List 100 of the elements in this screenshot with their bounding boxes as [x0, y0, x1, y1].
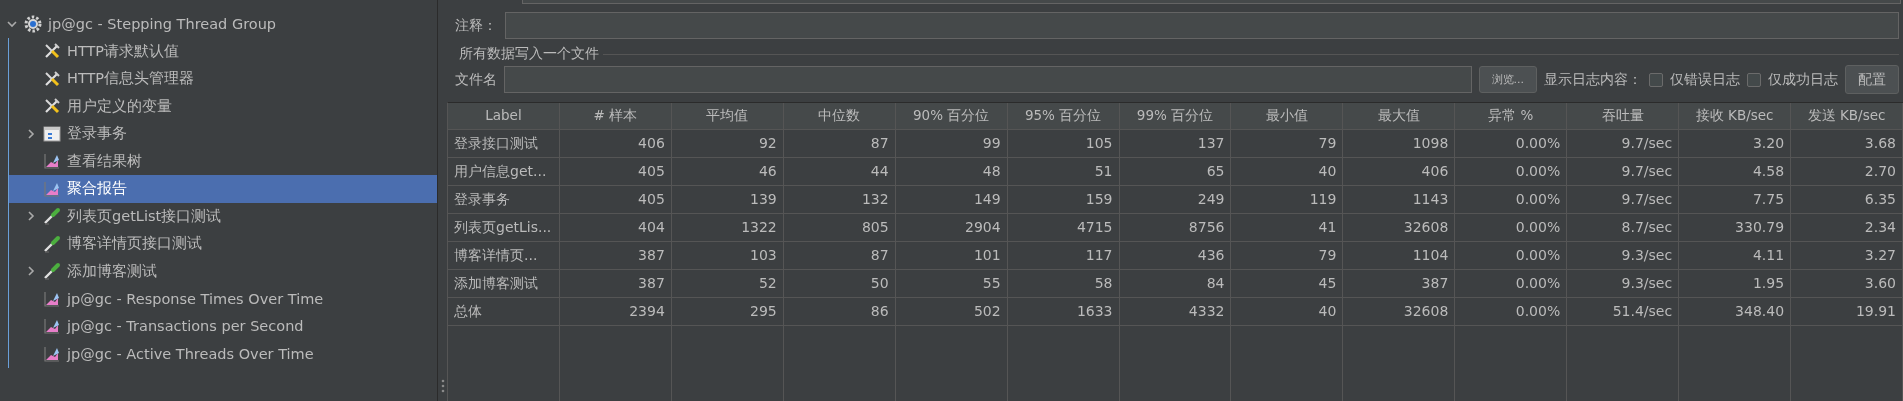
table-cell: 87 [783, 242, 896, 270]
column-header[interactable]: 接收 KB/sec [1679, 103, 1792, 130]
column-header[interactable]: 发送 KB/sec [1791, 103, 1903, 130]
table-cell: 58 [1007, 270, 1120, 298]
table-cell: 387 [559, 270, 672, 298]
table-cell: 805 [783, 214, 896, 242]
table-cell: 8.7/sec [1567, 214, 1680, 242]
tree-item[interactable]: HTTP请求默认值 [9, 37, 437, 65]
tree-item[interactable]: 博客详情页接口测试 [9, 230, 437, 258]
tree-item[interactable]: 添加博客测试 [9, 257, 437, 285]
table-cell: 0.00% [1455, 298, 1568, 326]
table-cell: 41 [1231, 214, 1344, 242]
table-cell: 99 [895, 130, 1008, 158]
table-cell: 添加博客测试 [448, 270, 560, 298]
column-header[interactable]: 90% 百分位 [895, 103, 1008, 130]
table-cell: 1.95 [1679, 270, 1792, 298]
tree-item[interactable]: 查看结果树 [9, 147, 437, 175]
browse-button[interactable]: 浏览... [1478, 66, 1537, 93]
table-cell: 87 [783, 130, 896, 158]
column-header[interactable]: 95% 百分位 [1007, 103, 1120, 130]
table-cell: 1322 [671, 214, 784, 242]
splitter-handle-icon[interactable] [440, 379, 445, 393]
table-cell: 44 [783, 158, 896, 186]
tree-item[interactable]: jp@gc - Response Times Over Time [9, 285, 437, 313]
checkbox-label[interactable]: 仅错误日志 [1670, 70, 1740, 89]
table-cell: 1143 [1343, 186, 1456, 214]
column-header[interactable]: 平均值 [671, 103, 784, 130]
table-cell: 84 [1119, 270, 1232, 298]
table-cell: 51 [1007, 158, 1120, 186]
column-header[interactable]: 最大值 [1343, 103, 1456, 130]
table-cell: 32608 [1343, 298, 1456, 326]
table-cell: 40 [1231, 158, 1344, 186]
column-header[interactable]: 最小值 [1231, 103, 1344, 130]
table-cell: 405 [559, 158, 672, 186]
tree-item[interactable]: 列表页getList接口测试 [9, 202, 437, 230]
config-button[interactable]: 配置 [1845, 65, 1899, 94]
tree-item[interactable]: jp@gc - Stepping Thread Group [0, 10, 437, 38]
table-cell: 137 [1119, 130, 1232, 158]
tree-item[interactable]: 登录事务 [9, 120, 437, 148]
pipette-icon [43, 262, 61, 281]
table-cell: 9.3/sec [1567, 270, 1680, 298]
table-cell: 40 [1231, 298, 1344, 326]
table-cell: 登录接口测试 [448, 130, 560, 158]
checkbox-label[interactable]: 仅成功日志 [1768, 70, 1838, 89]
table-cell: 48 [895, 158, 1008, 186]
tree-item[interactable]: 聚合报告 [9, 175, 437, 203]
table-cell: 387 [559, 242, 672, 270]
table-cell: 249 [1119, 186, 1232, 214]
table-cell: 9.7/sec [1567, 158, 1680, 186]
table-cell: 103 [671, 242, 784, 270]
table-cell: 436 [1119, 242, 1232, 270]
checkbox[interactable] [1747, 72, 1761, 87]
table-cell: 387 [1343, 270, 1456, 298]
comment-label: 注释： [455, 16, 497, 35]
column-header[interactable]: 异常 % [1455, 103, 1568, 130]
table-cell: 0.00% [1455, 270, 1568, 298]
table-cell: 406 [559, 130, 672, 158]
table-cell: 0.00% [1455, 158, 1568, 186]
table-cell: 32608 [1343, 214, 1456, 242]
gear-icon [24, 14, 42, 33]
column-header[interactable]: 中位数 [783, 103, 896, 130]
table-cell: 1098 [1343, 130, 1456, 158]
table-cell: 总体 [448, 298, 560, 326]
table-cell: 51.4/sec [1567, 298, 1680, 326]
table-cell: 92 [671, 130, 784, 158]
tree-item[interactable]: HTTP信息头管理器 [9, 65, 437, 93]
column-header[interactable]: 吞吐量 [1567, 103, 1680, 130]
table-cell: 295 [671, 298, 784, 326]
table-cell: 1633 [1007, 298, 1120, 326]
tree-item[interactable]: jp@gc - Transactions per Second [9, 312, 437, 340]
filename-label: 文件名 [455, 70, 497, 89]
table-cell: 8756 [1119, 214, 1232, 242]
table-cell: 博客详情页... [448, 242, 560, 270]
table-cell: 3.27 [1791, 242, 1903, 270]
table-cell: 2.34 [1791, 214, 1903, 242]
table-cell: 用户信息get... [448, 158, 560, 186]
table-cell: 45 [1231, 270, 1344, 298]
column-header[interactable]: Label [448, 103, 560, 130]
column-header[interactable]: # 样本 [559, 103, 672, 130]
column-header[interactable]: 99% 百分位 [1119, 103, 1232, 130]
table-cell: 9.7/sec [1567, 186, 1680, 214]
table-cell: 149 [895, 186, 1008, 214]
comment-field[interactable] [505, 12, 1899, 39]
table-cell: 119 [1231, 186, 1344, 214]
table-cell: 132 [783, 186, 896, 214]
table-cell: 52 [671, 270, 784, 298]
checkbox[interactable] [1649, 72, 1663, 87]
chart-icon [43, 344, 61, 363]
table-cell: 405 [559, 186, 672, 214]
table-cell: 79 [1231, 242, 1344, 270]
table-cell: 50 [783, 270, 896, 298]
table-cell: 105 [1007, 130, 1120, 158]
table-cell: 登录事务 [448, 186, 560, 214]
table-cell: 4.58 [1679, 158, 1792, 186]
tree-item[interactable]: jp@gc - Active Threads Over Time [9, 340, 437, 368]
table-cell: 159 [1007, 186, 1120, 214]
tree-item[interactable]: 用户定义的变量 [9, 92, 437, 120]
filename-field[interactable] [504, 66, 1472, 93]
table-cell: 7.75 [1679, 186, 1792, 214]
window-icon [43, 124, 61, 143]
